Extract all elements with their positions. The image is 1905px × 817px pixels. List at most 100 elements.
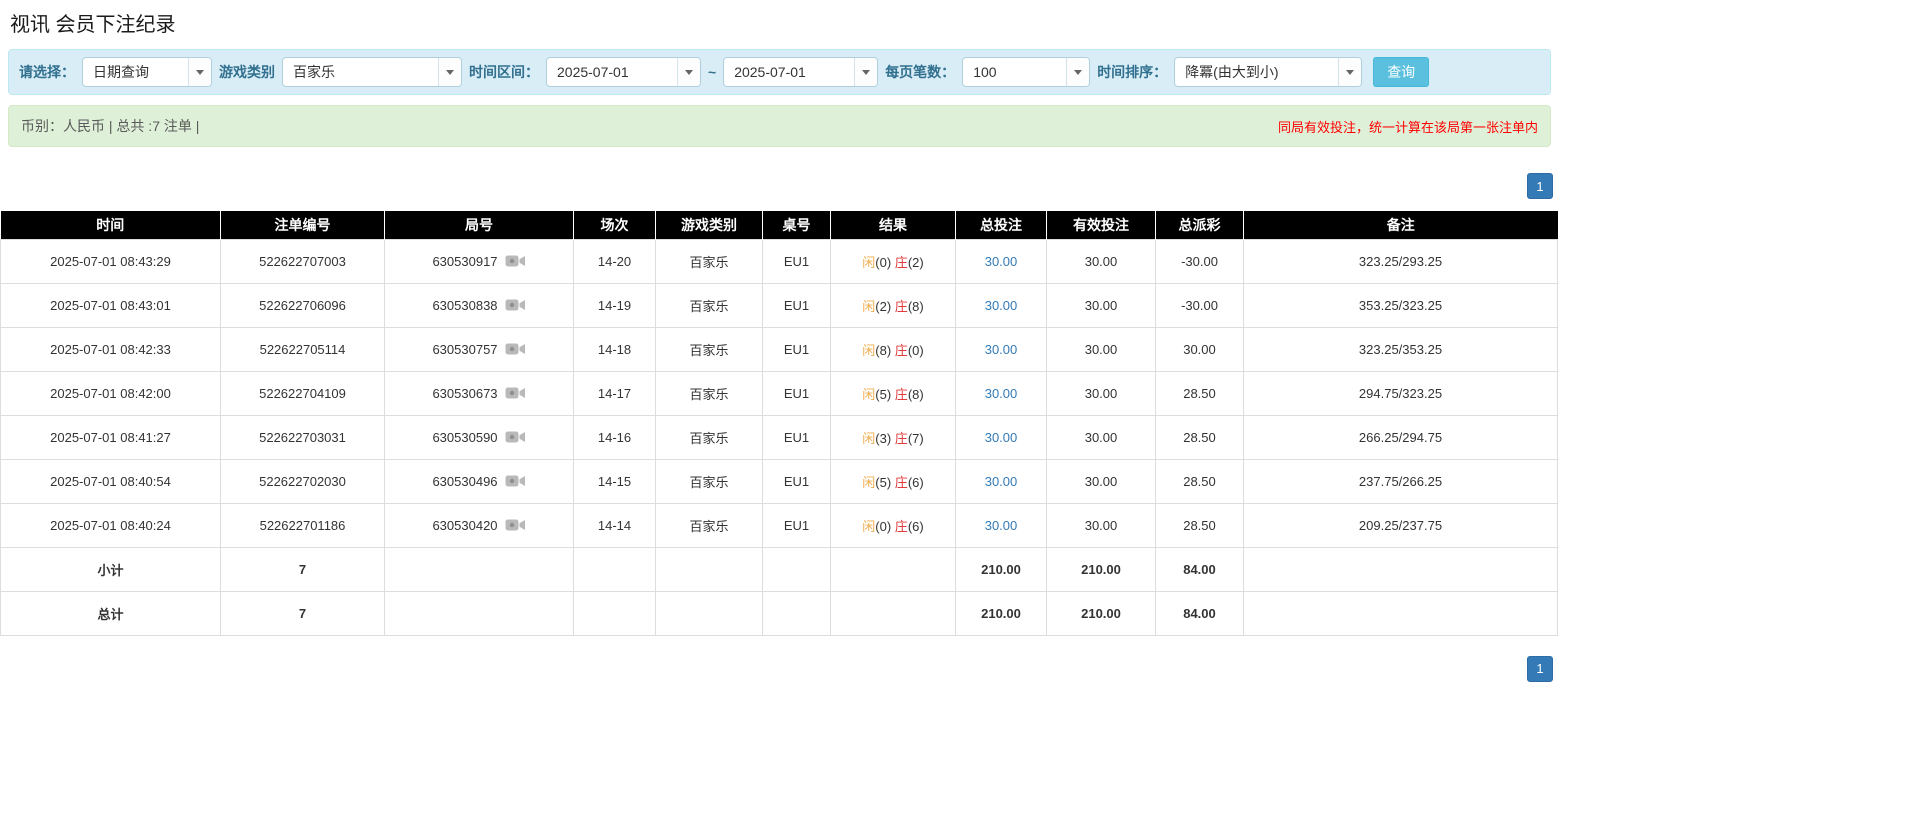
total-bet-link[interactable]: 30.00 — [985, 254, 1018, 269]
date-from-select[interactable]: 2025-07-01 — [546, 57, 701, 87]
result-banker-label: 庄 — [895, 475, 908, 490]
cell-time: 2025-07-01 08:43:29 — [1, 239, 221, 283]
col-header-table-no: 桌号 — [763, 211, 831, 239]
total-bet-link[interactable]: 30.00 — [985, 298, 1018, 313]
subtotal-row: 小计7210.00210.0084.00 — [1, 547, 1558, 591]
cell-session: 14-19 — [574, 283, 656, 327]
col-header-remark: 备注 — [1244, 211, 1558, 239]
cell-time: 2025-07-01 08:40:24 — [1, 503, 221, 547]
sum-cell-0: 小计 — [1, 547, 221, 591]
video-replay-icon[interactable] — [505, 253, 526, 269]
cell-table-no: EU1 — [763, 371, 831, 415]
game-type-label: 游戏类别 — [219, 62, 275, 82]
round-id-text: 630530838 — [432, 298, 497, 313]
video-replay-icon[interactable] — [505, 517, 526, 533]
pagination-bottom: 1 — [0, 656, 1553, 682]
sum-cell-5 — [763, 547, 831, 591]
col-header-total-bet: 总投注 — [956, 211, 1047, 239]
cell-bet-id: 522622702030 — [221, 459, 385, 503]
cell-result: 闲(3) 庄(7) — [831, 415, 956, 459]
search-button[interactable]: 查询 — [1373, 57, 1429, 87]
round-id-text: 630530673 — [432, 386, 497, 401]
cell-result: 闲(5) 庄(8) — [831, 371, 956, 415]
sum-cell-4 — [656, 547, 763, 591]
chevron-down-icon — [677, 58, 700, 86]
result-banker-score: (2) — [908, 255, 924, 270]
result-player-score: (0) — [875, 255, 895, 270]
cell-session: 14-15 — [574, 459, 656, 503]
round-id-wrap: 630530673 — [432, 385, 525, 401]
cell-session: 14-20 — [574, 239, 656, 283]
round-id-text: 630530917 — [432, 254, 497, 269]
result-banker-score: (6) — [908, 475, 924, 490]
result-banker-label: 庄 — [895, 299, 908, 314]
result-banker-label: 庄 — [895, 387, 908, 402]
date-to-select[interactable]: 2025-07-01 — [723, 57, 878, 87]
total-bet-link[interactable]: 30.00 — [985, 474, 1018, 489]
video-replay-icon[interactable] — [505, 473, 526, 489]
cell-remark: 323.25/353.25 — [1244, 327, 1558, 371]
cell-total-bet: 30.00 — [956, 459, 1047, 503]
page-title: 视讯 会员下注纪录 — [0, 0, 1905, 49]
cell-bet-id: 522622706096 — [221, 283, 385, 327]
time-sort-select[interactable]: 降冪(由大到小) — [1174, 57, 1362, 87]
sum-cell-1: 7 — [221, 591, 385, 635]
result-banker-score: (6) — [908, 519, 924, 534]
result-player-label: 闲 — [862, 387, 875, 402]
result-banker-score: (0) — [908, 343, 924, 358]
cell-session: 14-18 — [574, 327, 656, 371]
table-body: 2025-07-01 08:43:29522622707003 630530917… — [1, 239, 1558, 635]
round-id-wrap: 630530838 — [432, 297, 525, 313]
sum-cell-3 — [574, 591, 656, 635]
page: 视讯 会员下注纪录 请选择： 日期查询 游戏类别 百家乐 时间区间： 2025-… — [0, 0, 1905, 682]
cell-round-id: 630530420 — [385, 503, 574, 547]
result-player-label: 闲 — [862, 519, 875, 534]
cell-remark: 209.25/237.75 — [1244, 503, 1558, 547]
total-bet-link[interactable]: 30.00 — [985, 430, 1018, 445]
result-player-score: (0) — [875, 519, 895, 534]
cell-bet-id: 522622707003 — [221, 239, 385, 283]
query-type-select[interactable]: 日期查询 — [82, 57, 212, 87]
video-replay-icon[interactable] — [505, 297, 526, 313]
result-player-score: (5) — [875, 387, 895, 402]
time-sort-label: 时间排序： — [1097, 62, 1167, 82]
sum-cell-8: 210.00 — [1047, 591, 1156, 635]
total-bet-link[interactable]: 30.00 — [985, 342, 1018, 357]
game-type-select[interactable]: 百家乐 — [282, 57, 462, 87]
round-id-text: 630530420 — [432, 518, 497, 533]
result-banker-label: 庄 — [895, 343, 908, 358]
col-header-session: 场次 — [574, 211, 656, 239]
cell-valid-bet: 30.00 — [1047, 283, 1156, 327]
page-size-value: 100 — [963, 64, 1006, 80]
chevron-down-icon — [1066, 58, 1089, 86]
total-bet-link[interactable]: 30.00 — [985, 518, 1018, 533]
video-replay-icon[interactable] — [505, 429, 526, 445]
cell-table-no: EU1 — [763, 415, 831, 459]
cell-payout: 28.50 — [1156, 415, 1244, 459]
cell-time: 2025-07-01 08:42:00 — [1, 371, 221, 415]
cell-total-bet: 30.00 — [956, 327, 1047, 371]
cell-result: 闲(8) 庄(0) — [831, 327, 956, 371]
cell-round-id: 630530838 — [385, 283, 574, 327]
result-player-score: (8) — [875, 343, 895, 358]
summary-info-bar: 币别：人民币 | 总共 :7 注单 | 同局有效投注，统一计算在该局第一张注单内 — [8, 105, 1551, 147]
cell-game-type: 百家乐 — [656, 371, 763, 415]
result-player-label: 闲 — [862, 475, 875, 490]
notice-text: 同局有效投注，统一计算在该局第一张注单内 — [1278, 117, 1538, 136]
range-separator: ~ — [708, 64, 716, 80]
sum-cell-6 — [831, 591, 956, 635]
page-size-select[interactable]: 100 — [962, 57, 1090, 87]
page-1-button[interactable]: 1 — [1527, 656, 1553, 682]
video-replay-icon[interactable] — [505, 341, 526, 357]
video-replay-icon[interactable] — [505, 385, 526, 401]
cell-session: 14-17 — [574, 371, 656, 415]
cell-table-no: EU1 — [763, 283, 831, 327]
cell-payout: 28.50 — [1156, 503, 1244, 547]
sum-cell-10 — [1244, 547, 1558, 591]
cell-total-bet: 30.00 — [956, 239, 1047, 283]
cell-payout: -30.00 — [1156, 283, 1244, 327]
sum-cell-3 — [574, 547, 656, 591]
result-player-score: (5) — [875, 475, 895, 490]
total-bet-link[interactable]: 30.00 — [985, 386, 1018, 401]
page-1-button[interactable]: 1 — [1527, 173, 1553, 199]
